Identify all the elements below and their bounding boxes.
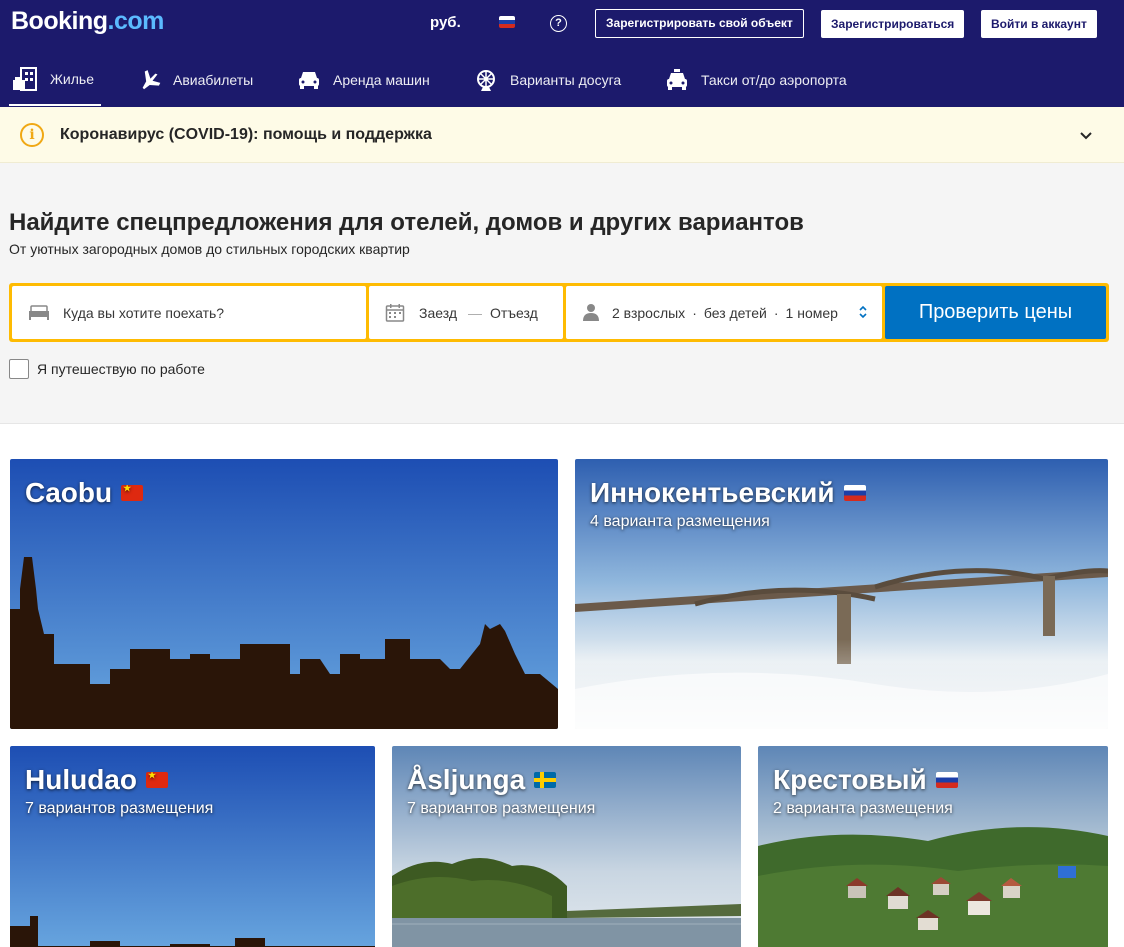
property-count: 7 вариантов размещения	[407, 800, 596, 817]
tab-stays-label: Жилье	[50, 71, 94, 87]
help-icon[interactable]: ?	[550, 15, 567, 32]
date-separator: —	[468, 305, 482, 321]
taxi-icon	[667, 69, 687, 90]
language-selector[interactable]	[499, 16, 515, 28]
top-bar: Booking.com руб. ? Зарегистрировать свой…	[0, 0, 1124, 52]
site-header: Booking.com руб. ? Зарегистрировать свой…	[0, 0, 1124, 107]
tab-attractions[interactable]: Варианты досуга	[474, 52, 621, 106]
chevron-down-icon[interactable]	[1078, 127, 1094, 143]
tab-airport-taxis-label: Такси от/до аэропорта	[701, 72, 847, 88]
search-box: Куда вы хотите поехать? Заезд — Отъезд 2…	[9, 283, 1109, 342]
list-property-button[interactable]: Зарегистрировать свой объект	[595, 9, 804, 38]
children-count: без детей	[703, 305, 767, 321]
guests-summary: 2 взрослых · без детей · 1 номер	[612, 305, 838, 321]
signin-button[interactable]: Войти в аккаунт	[981, 10, 1097, 38]
property-count: 7 вариантов размещения	[25, 800, 214, 817]
bed-icon	[29, 305, 49, 320]
destination-name: Иннокентьевский	[590, 477, 835, 508]
destination-title: Иннокентьевский	[590, 477, 866, 509]
sweden-flag-icon	[534, 772, 557, 788]
tab-car-rental-label: Аренда машин	[333, 72, 430, 88]
destination-tile[interactable]: Åsljunga 7 вариантов размещения	[392, 746, 741, 947]
destination-title: Caobu	[25, 477, 144, 509]
destination-name: Åsljunga	[407, 764, 526, 795]
check-prices-button[interactable]: Проверить цены	[885, 286, 1106, 339]
russia-flag-icon	[499, 16, 515, 28]
adults-count: 2 взрослых	[612, 305, 686, 321]
logo-main: Booking	[11, 7, 108, 35]
calendar-icon	[385, 304, 405, 322]
search-section: Найдите спецпредложения для отелей, домо…	[0, 163, 1124, 424]
tab-car-rental[interactable]: Аренда машин	[297, 52, 430, 106]
tab-stays[interactable]: Жилье	[9, 52, 101, 106]
destination-tile[interactable]: Иннокентьевский 4 варианта размещения	[575, 459, 1108, 729]
covid-banner-text: Коронавирус (COVID-19): помощь и поддерж…	[60, 126, 432, 143]
russia-flag-icon	[935, 772, 958, 788]
person-icon	[583, 304, 599, 321]
rooms-count: 1 номер	[785, 305, 838, 321]
russia-flag-icon	[843, 485, 866, 501]
logo-suffix: .com	[107, 7, 165, 35]
destination-name: Крестовый	[773, 764, 927, 795]
destination-name: Huludao	[25, 764, 137, 795]
china-flag-icon	[121, 485, 144, 501]
up-down-arrows-icon	[859, 305, 867, 319]
booking-logo[interactable]: Booking.com	[11, 7, 164, 36]
destination-tile[interactable]: Huludao 7 вариантов размещения	[10, 746, 375, 947]
destination-title: Крестовый	[773, 764, 958, 796]
register-button[interactable]: Зарегистрироваться	[821, 10, 965, 38]
property-count: 4 варианта размещения	[590, 513, 770, 530]
property-count: 2 варианта размещения	[773, 800, 953, 817]
destination-title: Huludao	[25, 764, 168, 796]
bed-building-icon	[13, 67, 37, 91]
page-title: Найдите спецпредложения для отелей, домо…	[9, 209, 804, 236]
page-subtitle: От уютных загородных домов до стильных г…	[9, 241, 410, 257]
destination-name: Caobu	[25, 477, 113, 508]
tab-airport-taxis[interactable]: Такси от/до аэропорта	[665, 52, 847, 106]
china-flag-icon	[146, 772, 168, 788]
car-icon	[299, 72, 319, 89]
tab-attractions-label: Варианты досуга	[510, 72, 622, 88]
tab-flights[interactable]: Авиабилеты	[137, 52, 253, 106]
destination-placeholder: Куда вы хотите поехать?	[63, 305, 225, 321]
destination-title: Åsljunga	[407, 764, 557, 796]
guests-selector[interactable]: 2 взрослых · без детей · 1 номер	[566, 286, 882, 339]
work-trip-checkbox[interactable]	[9, 359, 29, 379]
info-icon: i	[20, 123, 44, 147]
destination-tile[interactable]: Крестовый 2 варианта размещения	[758, 746, 1108, 947]
work-trip-checkbox-row[interactable]: Я путешествую по работе	[9, 359, 205, 379]
checkin-label: Заезд	[419, 305, 458, 321]
currency-selector[interactable]: руб.	[430, 14, 461, 31]
ferris-wheel-icon	[477, 70, 495, 91]
product-tabs: Жилье Авиабилеты Аренда машин Варианты д…	[0, 52, 1124, 107]
destination-tile[interactable]: Caobu	[10, 459, 558, 729]
destination-tiles: Caobu Иннокентьевский 4 варианта размеще…	[0, 424, 1124, 947]
covid-banner[interactable]: i Коронавирус (COVID-19): помощь и подде…	[0, 107, 1124, 163]
tab-flights-label: Авиабилеты	[173, 72, 254, 88]
date-picker[interactable]: Заезд — Отъезд	[369, 286, 563, 339]
work-trip-label: Я путешествую по работе	[37, 361, 205, 377]
checkout-label: Отъезд	[490, 305, 538, 321]
plane-icon	[142, 70, 161, 90]
destination-input[interactable]: Куда вы хотите поехать?	[12, 286, 366, 339]
